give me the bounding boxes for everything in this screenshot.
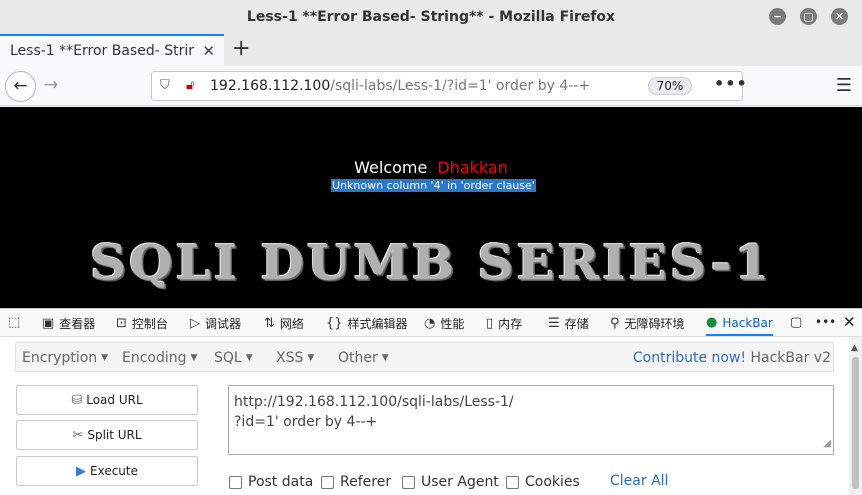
username-text: Dhakkan	[437, 158, 508, 177]
url-line-2: ?id=1' order by 4--+	[234, 414, 378, 430]
hackbar-url-textarea[interactable]: http://192.168.112.100/sqli-labs/Less-1/…	[228, 385, 834, 455]
window-title: Less-1 **Error Based- String** - Mozilla…	[246, 9, 616, 25]
tracking-shield-icon[interactable]: ⛉	[160, 78, 170, 93]
minimize-button[interactable]: −	[769, 8, 786, 25]
sql-error-message: Unknown column '4' in 'order clause'	[331, 179, 536, 192]
load-url-icon: ⛁	[71, 392, 83, 408]
menu-xss[interactable]: XSS ▼	[276, 350, 314, 366]
page-actions-more-icon[interactable]: •••	[714, 74, 748, 93]
tab-style-editor[interactable]: {} 样式编辑器	[326, 315, 408, 332]
chevron-down-icon: ▼	[101, 353, 109, 363]
resize-grip-icon[interactable]: ◢	[823, 434, 831, 454]
url-path: /sqli-labs/Less-1/?id=1' order by 4--+	[330, 78, 591, 94]
post-data-checkbox[interactable]: Post data	[229, 474, 313, 490]
tab-inspector[interactable]: ▣ 查看器	[42, 315, 95, 332]
user-agent-checkbox[interactable]: User Agent	[402, 474, 499, 490]
menu-encoding[interactable]: Encoding ▼	[122, 350, 197, 366]
welcome-text: Welcome	[354, 158, 428, 177]
new-tab-button[interactable]: +	[232, 36, 250, 61]
tab-close-icon[interactable]: ✕	[202, 42, 215, 60]
referer-checkbox[interactable]: Referer	[321, 474, 391, 490]
scrollbar-thumb[interactable]	[852, 357, 859, 489]
back-button[interactable]: ←	[5, 71, 36, 102]
devtools-more-icon[interactable]: •••	[815, 315, 836, 329]
welcome-message: Welcome Dhakkan	[0, 158, 862, 177]
contribute-link[interactable]: Contribute now!	[633, 350, 746, 366]
memory-icon: ▯	[486, 316, 494, 331]
performance-icon: ◔	[424, 316, 436, 331]
zoom-level-badge[interactable]: 70%	[648, 77, 692, 95]
checkbox-box[interactable]	[402, 475, 415, 489]
devtools-close-icon[interactable]: ✕	[843, 313, 856, 331]
address-bar[interactable]: ⛉ 🔓︎ 192.168.112.100/sqli-labs/Less-1/?i…	[151, 71, 747, 101]
tab-storage[interactable]: ☰ 存储	[548, 315, 589, 332]
tab-console[interactable]: ⊡ 控制台	[116, 315, 168, 332]
element-picker-icon[interactable]: ⬚	[8, 315, 20, 330]
insecure-lock-icon[interactable]: 🔓︎	[186, 78, 194, 93]
url-line-1: http://192.168.112.100/sqli-labs/Less-1/	[234, 394, 514, 410]
accessibility-icon: ⚲	[610, 316, 620, 331]
load-url-button[interactable]: ⛁ Load URL	[16, 385, 198, 415]
storage-icon: ☰	[548, 316, 560, 331]
contribute-notice: Contribute now! HackBar v2	[633, 350, 831, 366]
clear-all-link[interactable]: Clear All	[610, 473, 668, 489]
chevron-down-icon: ▼	[190, 353, 198, 363]
menu-other[interactable]: Other ▼	[338, 350, 389, 366]
chevron-down-icon: ▼	[307, 353, 315, 363]
tab-memory[interactable]: ▯ 内存	[486, 315, 522, 332]
window-controls: − ▢ ✕	[769, 8, 848, 25]
cookies-checkbox[interactable]: Cookies	[506, 474, 580, 490]
hackbar-panel: Encryption ▼ Encoding ▼ SQL ▼ XSS ▼ Other ▼ C…	[0, 337, 862, 495]
hackbar-menu: Encryption ▼ Encoding ▼ SQL ▼ XSS ▼ Other ▼ C…	[15, 342, 834, 372]
hamburger-menu-icon[interactable]: ☰	[836, 75, 852, 96]
url-text[interactable]: 192.168.112.100/sqli-labs/Less-1/?id=1' …	[210, 78, 590, 94]
maximize-button[interactable]: ▢	[800, 8, 817, 25]
page-content: Welcome Dhakkan Unknown column '4' in 'or…	[0, 107, 862, 308]
checkbox-box[interactable]	[229, 475, 242, 489]
navigation-toolbar: ← → ⛉ 🔓︎ 192.168.112.100/sqli-labs/Less-…	[0, 66, 862, 106]
menu-encryption[interactable]: Encryption ▼	[22, 350, 108, 366]
url-host: 192.168.112.100	[210, 78, 331, 94]
execute-button[interactable]: ▶ Execute	[16, 456, 198, 486]
hackbar-version: HackBar v2	[746, 350, 831, 366]
scroll-up-icon[interactable]: ▲	[851, 343, 858, 353]
console-icon: ⊡	[116, 316, 127, 331]
window-titlebar: Less-1 **Error Based- String** - Mozilla…	[0, 0, 862, 34]
close-window-button[interactable]: ✕	[831, 8, 848, 25]
inspector-icon: ▣	[42, 316, 55, 331]
debugger-icon: ▷	[190, 316, 200, 331]
browser-tab-active[interactable]: Less-1 **Error Based- String** - Mozilla…	[0, 34, 224, 66]
tab-title: Less-1 **Error Based- String** - Mozilla…	[10, 43, 194, 59]
tab-accessibility[interactable]: ⚲ 无障碍环境	[610, 315, 685, 332]
forward-button[interactable]: →	[44, 75, 58, 95]
chevron-down-icon: ▼	[245, 353, 253, 363]
hackbar-icon: ●	[706, 315, 718, 330]
dock-toggle-icon[interactable]: ▢	[790, 315, 802, 330]
network-icon: ⇅	[264, 316, 275, 331]
sqli-banner-logo: SQLI DUMB SERIES-1	[89, 234, 773, 291]
checkbox-box[interactable]	[506, 475, 519, 489]
tab-network[interactable]: ⇅ 网络	[264, 315, 304, 332]
vertical-scrollbar[interactable]: ▲	[849, 337, 862, 495]
split-url-button[interactable]: ✂ Split URL	[16, 420, 198, 450]
devtools-toolbar: ⬚ ▣ 查看器 ⊡ 控制台 ▷ 调试器 ⇅ 网络 {} 样式编辑器 ◔ 性能 ▯ 内存 ☰ 存储…	[0, 308, 862, 337]
chevron-down-icon: ▼	[381, 353, 389, 363]
checkbox-box[interactable]	[321, 475, 334, 489]
tab-strip: Less-1 **Error Based- String** - Mozilla…	[0, 34, 862, 66]
tab-debugger[interactable]: ▷ 调试器	[190, 315, 241, 332]
style-editor-icon: {}	[326, 316, 343, 331]
play-icon: ▶	[76, 463, 86, 479]
tab-hackbar[interactable]: ● HackBar	[706, 315, 773, 336]
scissors-icon: ✂	[72, 427, 84, 443]
tab-performance[interactable]: ◔ 性能	[424, 315, 464, 332]
menu-sql[interactable]: SQL ▼	[214, 350, 253, 366]
